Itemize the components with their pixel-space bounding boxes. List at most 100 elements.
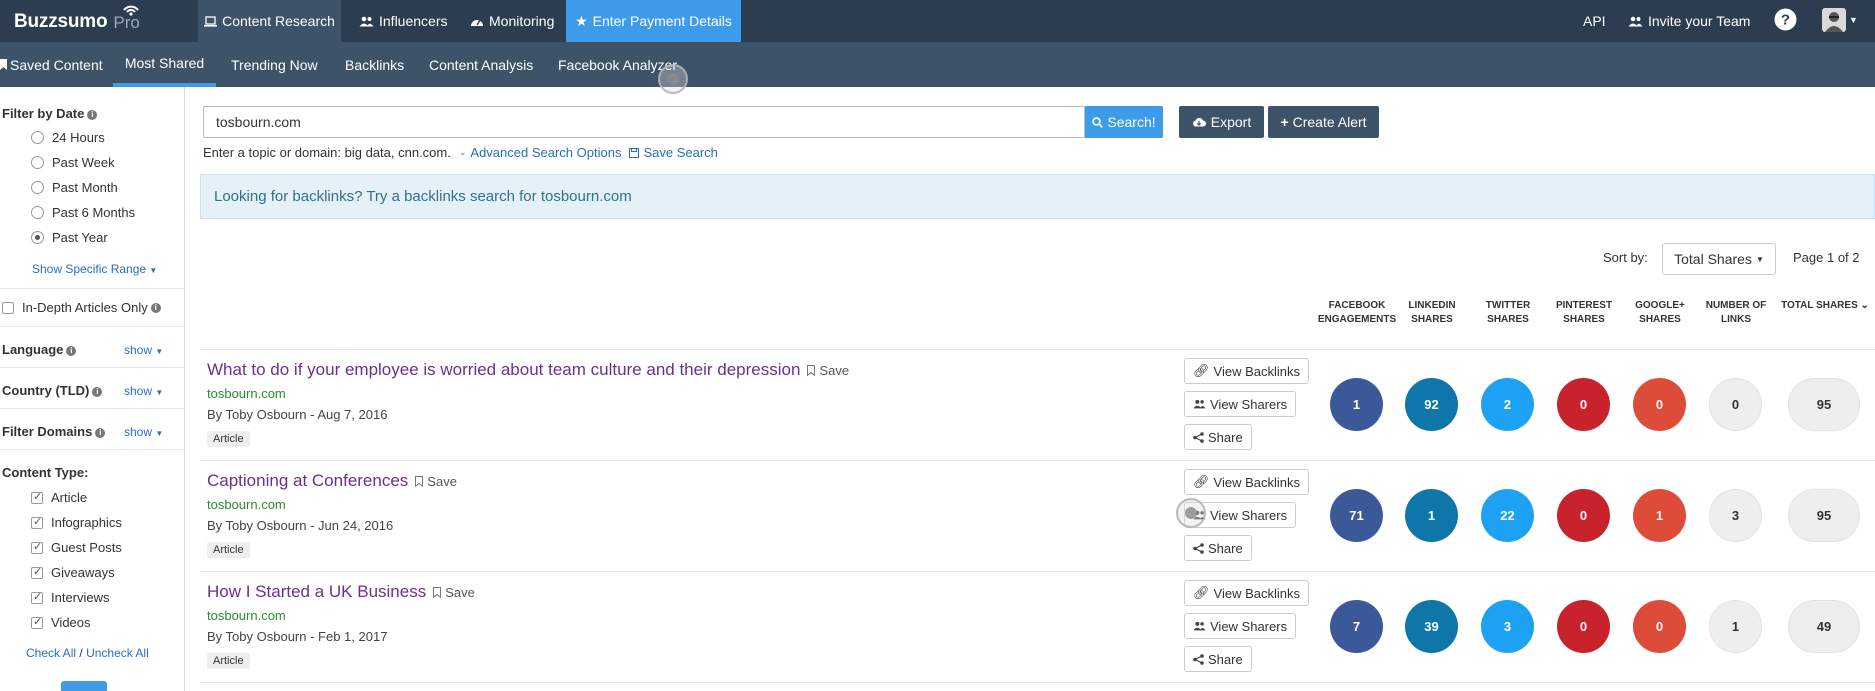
caret-down-icon: ▼ bbox=[155, 429, 164, 438]
share-label: Share bbox=[1208, 651, 1243, 667]
divider bbox=[200, 460, 1875, 461]
total-shares-count[interactable]: 49 bbox=[1788, 600, 1860, 653]
invite-team-button[interactable]: Invite your Team bbox=[1628, 0, 1750, 42]
buzzsumo-logo[interactable]: Buzzsumo Pro bbox=[14, 5, 140, 33]
check-all-link[interactable]: Check All bbox=[26, 646, 76, 660]
share-button[interactable]: Share bbox=[1184, 424, 1252, 450]
tab-backlinks-label: Backlinks bbox=[345, 56, 405, 73]
pinterest-count[interactable]: 0 bbox=[1557, 378, 1610, 431]
googleplus-count[interactable]: 0 bbox=[1633, 378, 1686, 431]
content-type-infographics[interactable]: Infographics bbox=[31, 515, 122, 530]
date-option-24-hours[interactable]: 24 Hours bbox=[31, 130, 105, 145]
search-input[interactable] bbox=[203, 106, 1085, 138]
advanced-search-link[interactable]: ⌄ Advanced Search Options bbox=[459, 145, 622, 160]
divider bbox=[200, 571, 1875, 572]
col-twitter-shares[interactable]: TWITTER SHARES bbox=[1473, 299, 1543, 327]
total-shares-count[interactable]: 95 bbox=[1788, 378, 1860, 431]
result-title-link[interactable]: What to do if your employee is worried a… bbox=[207, 360, 849, 380]
result-title-link[interactable]: Captioning at Conferences Save bbox=[207, 471, 457, 491]
share-icon bbox=[1193, 431, 1204, 443]
pinterest-count[interactable]: 0 bbox=[1557, 489, 1610, 542]
result-domain[interactable]: tosbourn.com bbox=[207, 386, 286, 401]
save-result-button[interactable]: Save bbox=[415, 474, 457, 489]
avatar[interactable]: ▼ bbox=[1822, 8, 1858, 32]
divider bbox=[200, 349, 1875, 350]
tab-trending-now[interactable]: Trending Now bbox=[231, 42, 318, 87]
twitter-count[interactable]: 2 bbox=[1481, 378, 1534, 431]
in-depth-articles-checkbox[interactable]: In-Depth Articles Only i bbox=[2, 300, 161, 315]
date-option-past-week[interactable]: Past Week bbox=[31, 155, 115, 170]
export-button[interactable]: Export bbox=[1179, 106, 1264, 138]
filter-domains-show-toggle[interactable]: show ▼ bbox=[124, 425, 163, 439]
content-type-videos[interactable]: Videos bbox=[31, 615, 91, 630]
create-alert-button[interactable]: + Create Alert bbox=[1268, 106, 1379, 138]
col-linkedin-shares[interactable]: LINKEDIN SHARES bbox=[1397, 299, 1467, 327]
search-button[interactable]: Search! bbox=[1085, 106, 1163, 138]
filter-domains-label: Filter Domains bbox=[2, 424, 93, 439]
backlinks-banner[interactable]: Looking for backlinks? Try a backlinks s… bbox=[200, 174, 1875, 219]
facebook-count[interactable]: 1 bbox=[1330, 378, 1383, 431]
googleplus-count[interactable]: 0 bbox=[1633, 600, 1686, 653]
tab-most-shared[interactable]: Most Shared bbox=[113, 42, 216, 87]
sort-select[interactable]: Total Shares ▼ bbox=[1662, 243, 1776, 275]
save-result-button[interactable]: Save bbox=[807, 363, 849, 378]
tab-content-analysis-label: Content Analysis bbox=[429, 56, 534, 73]
view-sharers-button[interactable]: View Sharers bbox=[1184, 391, 1297, 417]
date-option-past-month[interactable]: Past Month bbox=[31, 180, 118, 195]
col-facebook-engagements[interactable]: FACEBOOK ENGAGEMENTS bbox=[1317, 299, 1397, 327]
show-label: show bbox=[124, 425, 153, 439]
help-icon[interactable]: ? bbox=[1774, 8, 1797, 34]
twitter-count[interactable]: 22 bbox=[1481, 489, 1534, 542]
col-total-shares[interactable]: TOTAL SHARES ⌄ bbox=[1775, 299, 1875, 313]
content-type-guest-posts[interactable]: Guest Posts bbox=[31, 540, 122, 555]
nav-enter-payment-details[interactable]: ★ Enter Payment Details bbox=[566, 0, 741, 42]
linkedin-count[interactable]: 92 bbox=[1405, 378, 1458, 431]
result-title: Captioning at Conferences bbox=[207, 471, 409, 490]
date-option-past-6-months[interactable]: Past 6 Months bbox=[31, 205, 135, 220]
col-line: SHARES bbox=[1639, 314, 1681, 325]
col-number-of-links[interactable]: NUMBER OF LINKS bbox=[1701, 299, 1771, 327]
total-shares-count[interactable]: 95 bbox=[1788, 489, 1860, 542]
twitter-count[interactable]: 3 bbox=[1481, 600, 1534, 653]
view-backlinks-button[interactable]: 🔗︎ View Backlinks bbox=[1184, 358, 1309, 384]
share-button[interactable]: Share bbox=[1184, 646, 1252, 672]
uncheck-all-link[interactable]: Uncheck All bbox=[86, 646, 149, 660]
show-specific-range-link[interactable]: Show Specific Range ▼ bbox=[32, 262, 157, 276]
nav-content-research[interactable]: Content Research bbox=[198, 0, 341, 42]
links-count[interactable]: 0 bbox=[1709, 378, 1762, 431]
view-sharers-button[interactable]: View Sharers bbox=[1184, 613, 1297, 639]
nav-monitoring[interactable]: Monitoring bbox=[470, 0, 554, 42]
links-count[interactable]: 1 bbox=[1709, 600, 1762, 653]
linkedin-count[interactable]: 39 bbox=[1405, 600, 1458, 653]
date-option-past-year[interactable]: Past Year bbox=[31, 230, 108, 245]
pinterest-count[interactable]: 0 bbox=[1557, 600, 1610, 653]
googleplus-count[interactable]: 1 bbox=[1633, 489, 1686, 542]
facebook-count[interactable]: 7 bbox=[1330, 600, 1383, 653]
linkedin-count[interactable]: 1 bbox=[1405, 489, 1458, 542]
facebook-count[interactable]: 71 bbox=[1330, 489, 1383, 542]
view-backlinks-button[interactable]: 🔗︎ View Backlinks bbox=[1184, 580, 1309, 606]
nav-influencers[interactable]: Influencers bbox=[359, 0, 447, 42]
country-label: Country (TLD) bbox=[2, 383, 90, 398]
apply-filter-button[interactable] bbox=[61, 681, 107, 691]
nav-payment-label: Enter Payment Details bbox=[592, 13, 732, 29]
content-type-interviews[interactable]: Interviews bbox=[31, 590, 110, 605]
tab-saved-content[interactable]: Saved Content bbox=[0, 42, 103, 87]
result-domain[interactable]: tosbourn.com bbox=[207, 608, 286, 623]
col-pinterest-shares[interactable]: PINTEREST SHARES bbox=[1549, 299, 1619, 327]
language-show-toggle[interactable]: show ▼ bbox=[124, 343, 163, 357]
col-googleplus-shares[interactable]: GOOGLE+ SHARES bbox=[1625, 299, 1695, 327]
save-search-link[interactable]: Save Search bbox=[629, 145, 718, 160]
save-result-button[interactable]: Save bbox=[433, 585, 475, 600]
view-backlinks-button[interactable]: 🔗︎ View Backlinks bbox=[1184, 469, 1309, 495]
content-type-article[interactable]: Article bbox=[31, 490, 87, 505]
country-show-toggle[interactable]: show ▼ bbox=[124, 384, 163, 398]
content-type-giveaways[interactable]: Giveaways bbox=[31, 565, 115, 580]
nav-api[interactable]: API bbox=[1583, 0, 1606, 42]
share-button[interactable]: Share bbox=[1184, 535, 1252, 561]
tab-backlinks[interactable]: Backlinks bbox=[345, 42, 404, 87]
result-domain[interactable]: tosbourn.com bbox=[207, 497, 286, 512]
tab-content-analysis[interactable]: Content Analysis bbox=[429, 42, 533, 87]
result-title-link[interactable]: How I Started a UK Business Save bbox=[207, 582, 475, 602]
links-count[interactable]: 3 bbox=[1709, 489, 1762, 542]
